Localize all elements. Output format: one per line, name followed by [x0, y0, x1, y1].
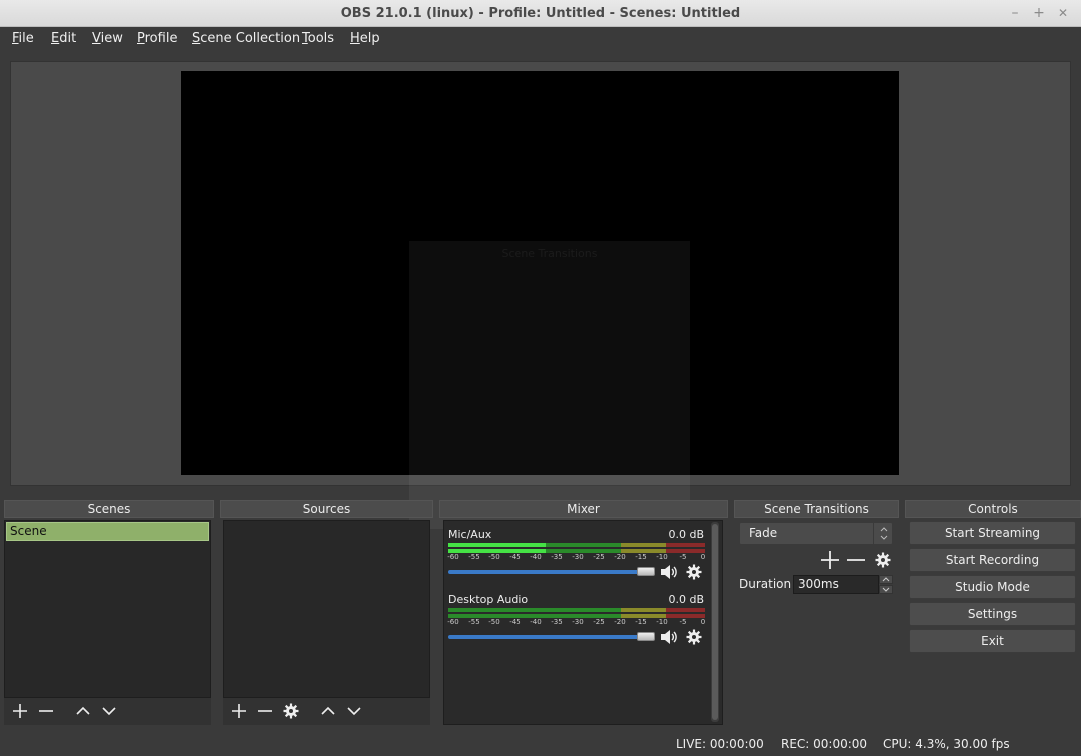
gear-icon[interactable] — [684, 627, 704, 647]
minus-icon[interactable] — [36, 701, 56, 721]
channel-db: 0.0 dB — [668, 528, 704, 541]
rec-status: REC: 00:00:00 — [781, 737, 868, 751]
gear-icon[interactable] — [281, 701, 301, 721]
close-button[interactable]: ✕ — [1053, 4, 1073, 22]
studio-mode-button[interactable]: Studio Mode — [909, 575, 1076, 599]
select-arrows-icon[interactable] — [873, 522, 893, 545]
menu-edit[interactable]: Edit — [51, 31, 76, 46]
duration-input[interactable]: 300ms — [793, 575, 879, 594]
channel-name: Mic/Aux — [448, 528, 492, 541]
menu-help[interactable]: Help — [350, 31, 380, 46]
channel-name: Desktop Audio — [448, 593, 529, 606]
mixer-scrollbar-thumb[interactable] — [712, 524, 718, 720]
menu-bar: File Edit View Profile Scene Collection … — [0, 27, 1081, 51]
exit-button[interactable]: Exit — [909, 629, 1076, 653]
ghost-overlay — [409, 241, 690, 529]
sources-dock-title: Sources — [220, 500, 433, 518]
volume-slider-handle[interactable] — [637, 567, 655, 576]
channel-db: 0.0 dB — [668, 593, 704, 606]
menu-view[interactable]: View — [92, 31, 123, 46]
cpu-status: CPU: 4.3%, 30.00 fps — [883, 737, 1010, 751]
chevron-up-icon[interactable] — [318, 701, 338, 721]
chevron-down-icon[interactable] — [344, 701, 364, 721]
window-title: OBS 21.0.1 (linux) - Profile: Untitled -… — [340, 6, 741, 21]
settings-button[interactable]: Settings — [909, 602, 1076, 626]
transition-select[interactable]: Fade — [739, 522, 893, 545]
window-titlebar: OBS 21.0.1 (linux) - Profile: Untitled -… — [0, 0, 1081, 27]
chevron-up-icon[interactable] — [73, 701, 93, 721]
minus-icon[interactable] — [846, 550, 866, 570]
plus-icon[interactable] — [10, 701, 30, 721]
menu-tools[interactable]: Tools — [302, 31, 334, 46]
menu-file[interactable]: File — [12, 31, 34, 46]
gear-icon[interactable] — [873, 550, 893, 570]
sources-toolbar — [223, 698, 430, 725]
mixer-dock-title: Mixer — [439, 500, 728, 518]
scenes-toolbar — [4, 698, 211, 725]
menu-profile[interactable]: Profile — [137, 31, 177, 46]
gear-icon[interactable] — [684, 562, 704, 582]
scenes-list[interactable] — [4, 520, 211, 698]
controls-dock-title: Controls — [905, 500, 1081, 518]
speaker-icon[interactable] — [659, 627, 679, 647]
volume-slider[interactable] — [448, 635, 648, 639]
live-status: LIVE: 00:00:00 — [676, 737, 764, 751]
ghost-overlay-title: Scene Transitions — [501, 247, 598, 260]
chevron-down-icon[interactable] — [99, 701, 119, 721]
plus-icon[interactable] — [229, 701, 249, 721]
plus-icon[interactable] — [820, 550, 840, 570]
menu-scene-collection[interactable]: Scene Collection — [192, 31, 300, 46]
scenes-dock-title: Scenes — [4, 500, 214, 518]
start-recording-button[interactable]: Start Recording — [909, 548, 1076, 572]
duration-label: Duration — [739, 577, 792, 591]
minimize-button[interactable]: – — [1005, 4, 1025, 22]
scene-list-item[interactable]: Scene — [6, 522, 209, 541]
volume-slider[interactable] — [448, 570, 648, 574]
sources-list[interactable] — [223, 520, 430, 698]
minus-icon[interactable] — [255, 701, 275, 721]
chevron-down-icon[interactable] — [879, 585, 893, 594]
volume-slider-handle[interactable] — [637, 632, 655, 641]
maximize-button[interactable]: + — [1029, 4, 1049, 22]
transitions-dock-title: Scene Transitions — [734, 500, 899, 518]
speaker-icon[interactable] — [659, 562, 679, 582]
chevron-up-icon[interactable] — [879, 575, 893, 584]
start-streaming-button[interactable]: Start Streaming — [909, 521, 1076, 545]
